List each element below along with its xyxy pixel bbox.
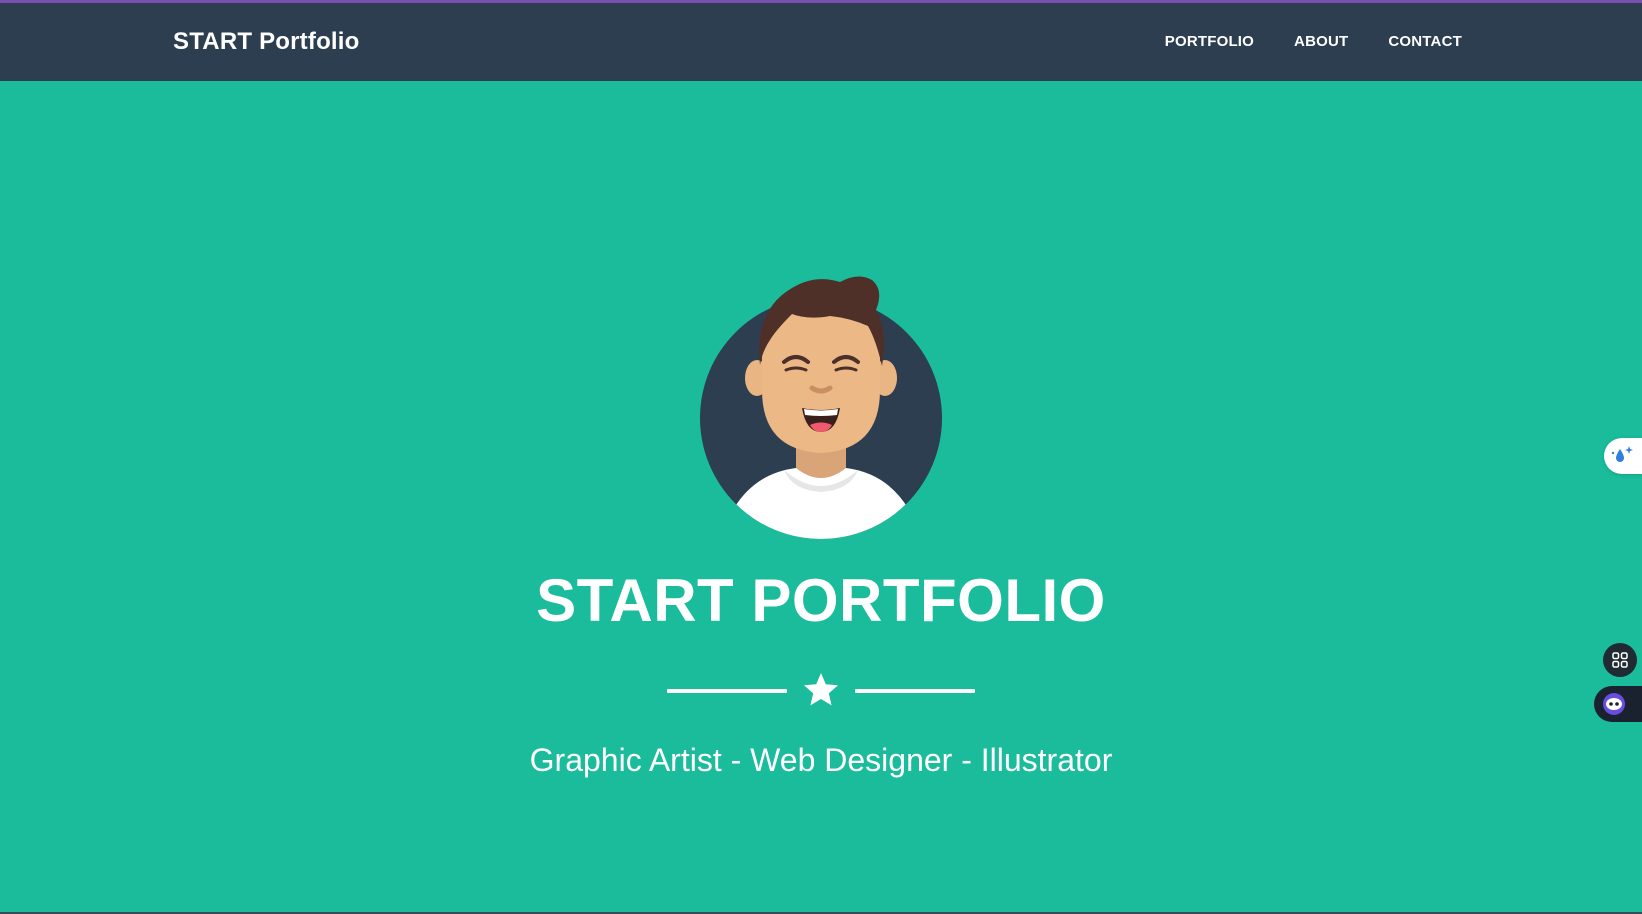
sparkle-widget-button[interactable] [1604, 438, 1642, 474]
sparkle-drop-icon [1611, 446, 1633, 462]
divider-line-left [667, 689, 787, 693]
brand-link[interactable]: START Portfolio [173, 28, 360, 56]
nav-links: PORTFOLIO ABOUT CONTACT [1165, 33, 1462, 50]
nav-link-portfolio[interactable]: PORTFOLIO [1165, 33, 1254, 50]
star-divider [667, 672, 975, 708]
divider-line-right [855, 689, 975, 693]
grid-apps-icon [1612, 652, 1628, 668]
navbar: START Portfolio PORTFOLIO ABOUT CONTACT [0, 3, 1642, 81]
star-icon [804, 673, 838, 706]
masthead-heading: START PORTFOLIO [536, 567, 1106, 634]
avatar-illustration [700, 276, 942, 539]
masthead-subheading: Graphic Artist - Web Designer - Illustra… [529, 742, 1113, 778]
nav-link-contact[interactable]: CONTACT [1388, 33, 1462, 50]
apps-widget-button[interactable] [1603, 643, 1637, 677]
bot-face-icon [1603, 693, 1625, 715]
page: START Portfolio PORTFOLIO ABOUT CONTACT [0, 0, 1642, 914]
assistant-widget-button[interactable] [1594, 686, 1642, 722]
nav-link-about[interactable]: ABOUT [1294, 33, 1348, 50]
